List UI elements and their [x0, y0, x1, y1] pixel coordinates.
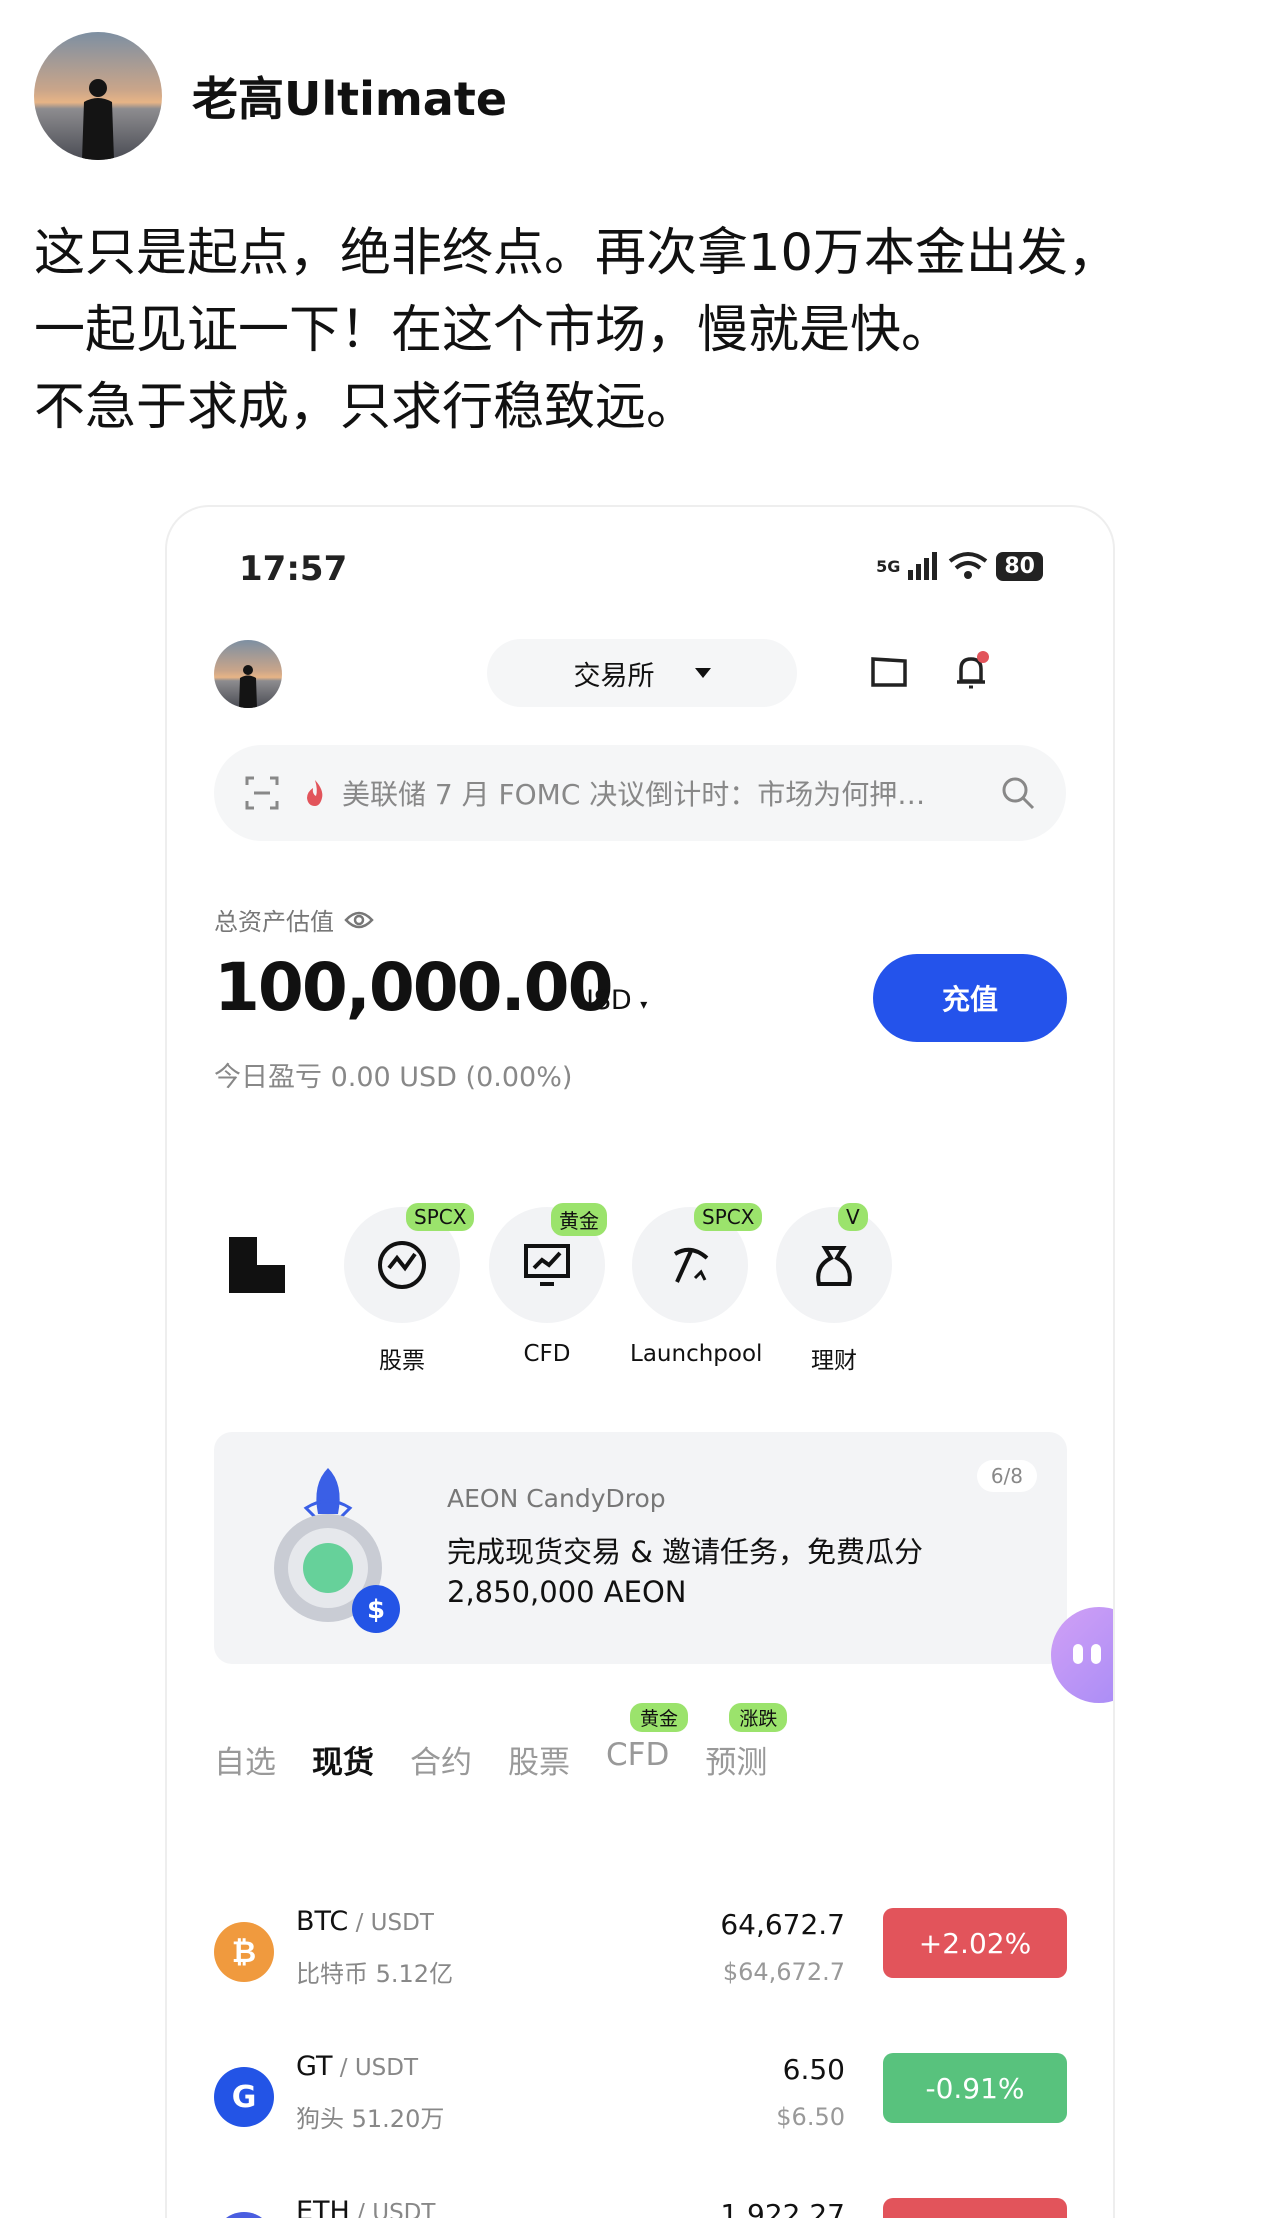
money-bag-icon: V [776, 1203, 892, 1323]
pickaxe-icon: SPCX [632, 1203, 763, 1323]
tab-tag: 黄金 [630, 1703, 689, 1732]
wifi-icon [949, 552, 988, 579]
chevron-down-icon [694, 668, 711, 678]
bell-icon[interactable] [949, 649, 993, 693]
total-assets-value: 100,000.00 [214, 949, 614, 1026]
quick-action-launchpool[interactable]: SPCX Launchpool [630, 1203, 763, 1367]
quick-tag: SPCX [406, 1203, 475, 1231]
usd-price: $6.50 [776, 2103, 845, 2131]
btc-coin-icon: ₿ [214, 1922, 274, 1982]
change-badge[interactable]: +2.02% [883, 1908, 1067, 1978]
assets-label: 总资产估值 [214, 902, 374, 937]
last-price: 1,922.27 [720, 2198, 845, 2218]
last-price: 6.50 [782, 2053, 845, 2086]
status-time: 17:57 [239, 549, 348, 589]
tab-favorites[interactable]: 自选 [214, 1737, 276, 1782]
quick-action-earn[interactable]: V 理财 [774, 1203, 894, 1375]
market-row[interactable]: ◆ETH / USDT以太坊 2.65亿1,922.27$1,922.27+2.… [214, 2192, 1067, 2218]
pair-name: BTC / USDT [296, 1906, 434, 1937]
quick-tag: 黄金 [551, 1203, 607, 1236]
stock-icon: SPCX [344, 1203, 475, 1323]
post-line: 这只是起点，绝非终点。再次拿10万本金出发， [34, 224, 1119, 283]
eye-icon[interactable] [344, 910, 374, 930]
last-price: 64,672.7 [720, 1908, 845, 1941]
usd-price: $64,672.7 [722, 1958, 845, 1986]
tab-futures[interactable]: 合约 [410, 1737, 472, 1782]
network-label: 5G [876, 556, 901, 576]
author-avatar[interactable] [34, 32, 162, 160]
tab-stocks[interactable]: 股票 [508, 1737, 570, 1782]
tab-cfd[interactable]: CFD 黄金 [606, 1703, 689, 1782]
app-avatar[interactable] [214, 640, 282, 708]
promo-banner[interactable]: $ AEON CandyDrop 完成现货交易 & 邀请任务，免费瓜分 2,85… [214, 1432, 1067, 1664]
caret-down-icon: ▾ [640, 997, 648, 1013]
search-headline: 美联储 7 月 FOMC 决议倒计时：市场为何押… [342, 778, 926, 811]
banner-title: AEON CandyDrop [447, 1484, 666, 1513]
tab-spot[interactable]: 现货 [312, 1737, 374, 1782]
banner-page-counter: 6/8 [976, 1460, 1037, 1492]
signal-icon [908, 552, 938, 580]
change-badge[interactable]: +2.46% [883, 2198, 1067, 2218]
grid-icon [199, 1207, 315, 1323]
gt-coin-icon: G [214, 2067, 274, 2127]
person-silhouette-icon [82, 79, 114, 160]
exchange-switcher[interactable]: 交易所 [487, 639, 797, 707]
search-bar[interactable]: 美联储 7 月 FOMC 决议倒计时：市场为何押… [214, 745, 1066, 841]
quick-action-stocks[interactable]: SPCX 股票 [342, 1203, 475, 1375]
tab-prediction[interactable]: 预测 涨跌 [705, 1703, 788, 1782]
market-row[interactable]: G GT / USDT 狗头 51.20万 6.50 $6.50 -0.91% [214, 2047, 1067, 2157]
screen-icon[interactable] [867, 649, 911, 693]
search-icon[interactable] [1000, 775, 1036, 811]
post-header: 老高Ultimate [34, 32, 507, 160]
quick-tag: SPCX [694, 1203, 763, 1231]
eth-coin-icon: ◆ [214, 2212, 274, 2218]
banner-body: 完成现货交易 & 邀请任务，免费瓜分 2,850,000 AEON [447, 1535, 924, 1609]
svg-text:$: $ [367, 1595, 385, 1625]
currency-selector[interactable]: USD ▾ [574, 985, 647, 1016]
post-line: 一起见证一下！在这个市场，慢就是快。 [34, 301, 953, 360]
quick-tag: V [838, 1203, 868, 1231]
quick-action-cfd[interactable]: 黄金 CFD [487, 1203, 607, 1367]
author-name[interactable]: 老高Ultimate [192, 63, 507, 129]
battery-indicator: 80 [996, 551, 1043, 581]
daily-pnl: 今日盈亏 0.00 USD (0.00%) [214, 1062, 573, 1093]
person-silhouette-icon [239, 665, 257, 708]
candydrop-illustration: $ [274, 1468, 400, 1633]
status-icons: 5G 80 [876, 551, 1043, 581]
deposit-button[interactable]: 充值 [873, 954, 1067, 1042]
pair-volume: 比特币 5.12亿 [296, 1960, 454, 1988]
post-text: 这只是起点，绝非终点。再次拿10万本金出发， 一起见证一下！在这个市场，慢就是快… [34, 215, 1254, 446]
post-line: 不急于求成，只求行稳致远。 [34, 378, 698, 437]
quick-action-1[interactable] [197, 1207, 317, 1341]
pair-name: GT / USDT [296, 2051, 419, 2082]
flame-icon [307, 780, 323, 806]
change-badge[interactable]: -0.91% [883, 2053, 1067, 2123]
market-row[interactable]: ₿ BTC / USDT 比特币 5.12亿 64,672.7 $64,672.7 +2.… [214, 1902, 1067, 2012]
app-screenshot[interactable]: 17:57 5G 80 交易所 美联储 7 月 FOMC 决议倒计时：市场为何押… [165, 505, 1115, 2218]
scan-icon[interactable] [244, 775, 280, 811]
chart-monitor-icon: 黄金 [489, 1203, 607, 1323]
tab-tag: 涨跌 [729, 1703, 788, 1732]
pair-name: ETH / USDT [296, 2196, 436, 2218]
market-tabs: 自选 现货 合约 股票 CFD 黄金 预测 涨跌 [214, 1703, 803, 1782]
exchange-label: 交易所 [573, 660, 655, 692]
pair-volume: 狗头 51.20万 [296, 2105, 445, 2133]
